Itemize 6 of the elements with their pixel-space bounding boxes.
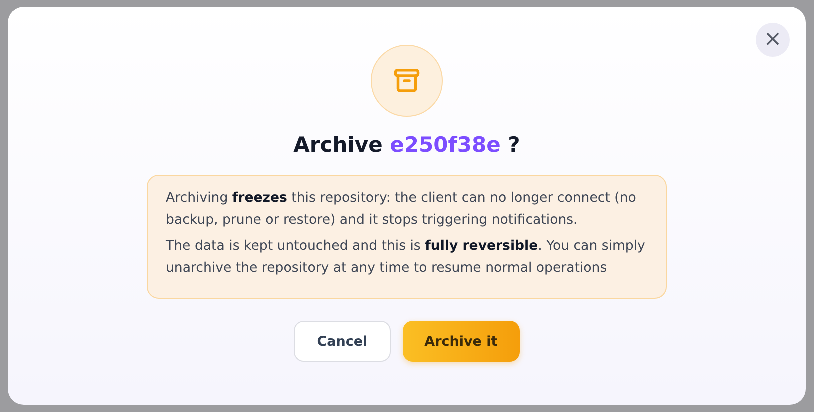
dialog-title: Archive e250f38e ? [294, 133, 520, 157]
close-button[interactable]: × [756, 23, 790, 57]
notice-text: The data is kept untouched and this is fully reversible. You can simply unarchive the repository at any time to resume normal operations [166, 238, 646, 278]
cancel-button[interactable]: Cancel [294, 321, 391, 362]
archive-button[interactable]: Archive it [402, 321, 520, 362]
notice-text: Archiving freezes this repository: the client can no longer connect (no backup, prune or restore) and it stops triggering notifications. [166, 190, 638, 230]
